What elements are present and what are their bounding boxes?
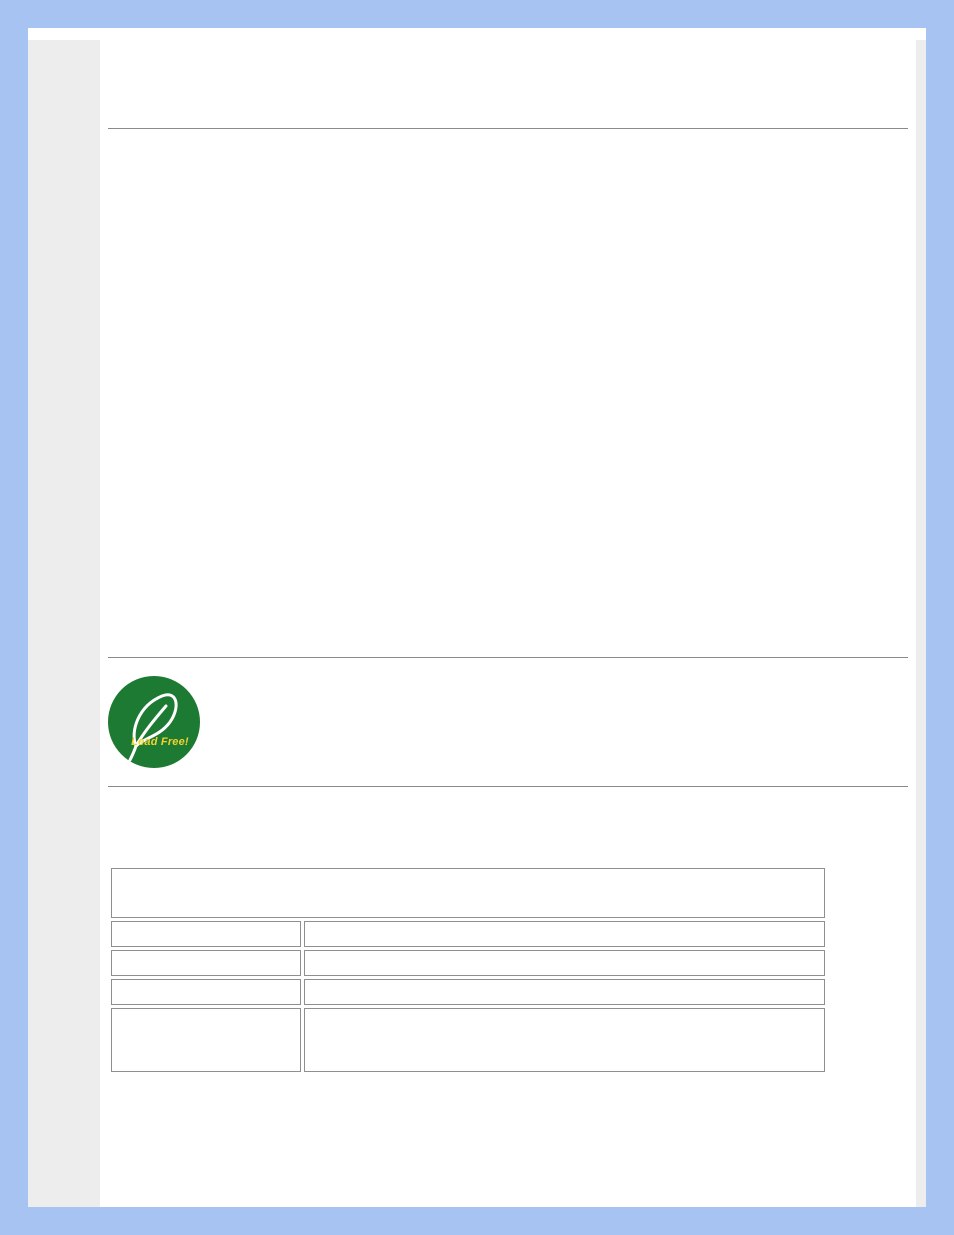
spec-table <box>108 865 828 1075</box>
table-key-cell <box>111 921 301 947</box>
section-spacer <box>108 129 908 657</box>
table-row <box>111 1008 825 1072</box>
table-header-cell <box>111 868 825 918</box>
document-frame: Lead Free! <box>28 28 926 1207</box>
table-row <box>111 921 825 947</box>
table-value-cell <box>304 950 825 976</box>
lead-free-badge: Lead Free! <box>108 676 200 768</box>
badge-section: Lead Free! <box>108 658 908 786</box>
leaf-icon <box>108 676 200 768</box>
table-key-cell <box>111 950 301 976</box>
table-row <box>111 950 825 976</box>
table-value-cell <box>304 979 825 1005</box>
left-gutter <box>28 40 100 1207</box>
table-value-cell <box>304 921 825 947</box>
table-key-cell <box>111 979 301 1005</box>
table-row <box>111 868 825 918</box>
header-spacer <box>108 50 908 128</box>
page-content: Lead Free! <box>100 40 916 1207</box>
table-row <box>111 979 825 1005</box>
section-spacer <box>108 787 908 865</box>
table-key-cell <box>111 1008 301 1072</box>
right-gutter <box>916 40 926 1207</box>
badge-label: Lead Free! <box>108 736 200 748</box>
table-value-cell <box>304 1008 825 1072</box>
